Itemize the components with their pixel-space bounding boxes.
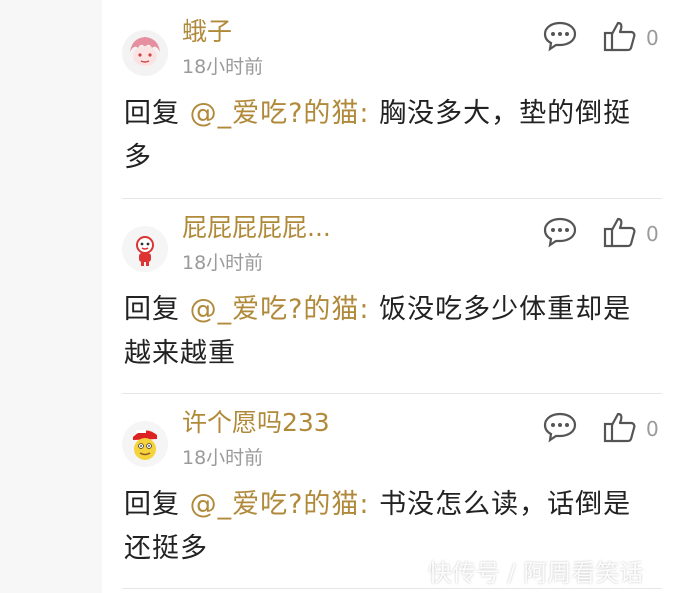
username[interactable]: 许个愿吗233	[182, 407, 330, 439]
pink-hair-avatar-icon	[122, 30, 168, 76]
reply-prefix: 回复	[124, 98, 180, 129]
thumbs-up-icon	[603, 217, 636, 248]
red-mascot-avatar-icon	[122, 226, 168, 272]
thumbs-up-icon	[603, 21, 636, 52]
speech-bubble-icon	[543, 217, 577, 248]
comment-body-line2: 越来越重	[124, 338, 236, 369]
comment-text: 回复 @_爱吃?的猫: 饭没吃多少体重却是 越来越重	[124, 288, 664, 376]
username[interactable]: 屁屁屁屁屁...	[182, 212, 331, 244]
watermark: 快传号 / 阿周看笑话	[428, 559, 644, 587]
thumbs-up-icon	[603, 412, 636, 443]
timestamp: 18小时前	[182, 56, 264, 78]
reply-button[interactable]	[542, 216, 578, 248]
reply-button[interactable]	[542, 411, 578, 443]
comment-body-line1: 饭没吃多少体重却是	[379, 294, 632, 325]
avatar[interactable]	[122, 421, 168, 467]
divider	[122, 198, 662, 199]
avatar[interactable]	[122, 30, 168, 76]
comments-panel: 蛾子 18小时前 0 回复 @_爱吃?的猫: 胸没多大，垫的倒挺 多 屁屁屁屁屁…	[102, 0, 699, 593]
divider	[122, 393, 662, 394]
mention-link[interactable]: @_爱吃?的猫:	[190, 489, 370, 520]
mention-link[interactable]: @_爱吃?的猫:	[190, 98, 370, 129]
speech-bubble-icon	[543, 412, 577, 443]
timestamp: 18小时前	[182, 447, 264, 469]
like-button[interactable]	[602, 409, 638, 445]
like-button[interactable]	[602, 214, 638, 250]
reply-prefix: 回复	[124, 489, 180, 520]
comment-body-line1: 胸没多大，垫的倒挺	[379, 98, 632, 129]
username[interactable]: 蛾子	[182, 16, 232, 48]
speech-bubble-icon	[543, 21, 577, 52]
comment-body-line2: 多	[124, 142, 152, 173]
like-count: 0	[646, 417, 659, 441]
yellow-character-red-hat-avatar-icon	[122, 421, 168, 467]
timestamp: 18小时前	[182, 252, 264, 274]
like-count: 0	[646, 26, 659, 50]
comment-text: 回复 @_爱吃?的猫: 胸没多大，垫的倒挺 多	[124, 92, 664, 180]
comment-body-line2: 还挺多	[124, 533, 208, 564]
reply-button[interactable]	[542, 20, 578, 52]
like-button[interactable]	[602, 18, 638, 54]
avatar[interactable]	[122, 226, 168, 272]
like-count: 0	[646, 222, 659, 246]
reply-prefix: 回复	[124, 294, 180, 325]
comment-body-line1: 书没怎么读，话倒是	[379, 489, 632, 520]
mention-link[interactable]: @_爱吃?的猫:	[190, 294, 370, 325]
left-margin	[0, 0, 102, 593]
